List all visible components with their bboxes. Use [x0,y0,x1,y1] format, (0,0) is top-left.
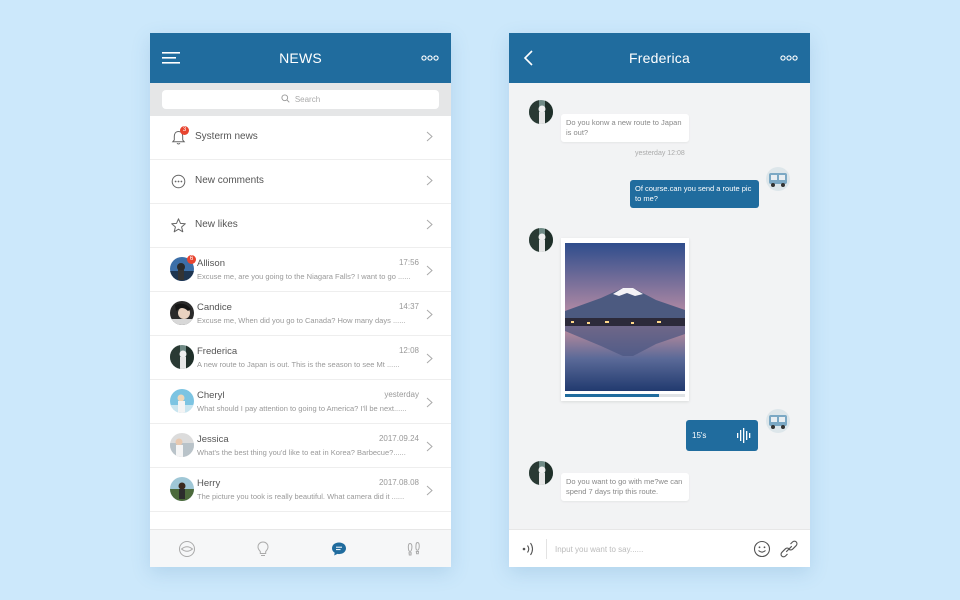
message-time: 2017.09.24 [378,434,419,443]
incoming-message: Do you want to go with me?we can spend 7… [561,473,689,501]
voice-input-icon[interactable] [521,541,539,557]
message-preview: What's the best thing you'd like to eat … [197,448,406,457]
list-item[interactable]: Herry 2017.08.08 The picture you took is… [150,468,451,512]
message-input[interactable] [555,542,705,556]
contact-name: Frederica [197,346,238,357]
avatar [529,228,553,252]
contact-name: Cheryl [197,390,225,401]
avatar [529,100,553,124]
voice-duration: 15's [692,431,707,440]
search-input[interactable]: Search [162,90,439,109]
news-header: NEWS [150,33,451,83]
avatar [170,433,194,457]
sidebar-item-label: New comments [195,175,264,186]
contact-name: Candice [197,302,232,313]
message-preview: The picture you took is really beautiful… [197,492,405,501]
notification-badge: 3 [180,126,189,135]
bottom-tab-bar [150,529,451,567]
message-time: 14:37 [398,302,419,311]
message-preview: Excuse me, are you going to the Niagara … [197,272,411,281]
footprint-icon[interactable] [405,540,423,558]
chat-header: Frederica [509,33,810,83]
chevron-right-icon [426,353,433,364]
avatar [766,409,790,433]
system-news-row[interactable]: 3 Systerm news [150,116,451,160]
discover-eye-icon[interactable] [178,540,196,558]
news-screen: NEWS Search 3 Systerm news New comments … [150,33,451,567]
chevron-right-icon [426,175,433,186]
sound-wave-icon [737,428,751,443]
chevron-right-icon [426,131,433,142]
more-dots-icon[interactable] [780,53,798,63]
page-title: NEWS [279,50,322,66]
message-time: 12:08 [398,346,419,355]
new-likes-row[interactable]: New likes [150,204,451,248]
message-preview: What should I pay attention to going to … [197,404,407,413]
unread-badge: 6 [187,255,196,264]
star-icon [171,218,186,233]
message-timestamp: yesterday 12:08 [635,150,685,157]
chevron-right-icon [426,265,433,276]
image-message[interactable] [561,238,689,401]
list-item[interactable]: 6 Allison 17:56 Excuse me, are you going… [150,248,451,292]
incoming-message: Do you konw a new route to Japan is out? [561,114,689,142]
list-item[interactable]: Candice 14:37 Excuse me, When did you go… [150,292,451,336]
sidebar-item-label: New likes [195,219,238,230]
contact-name: Jessica [197,434,229,445]
avatar [170,301,194,325]
chevron-right-icon [426,485,433,496]
lightbulb-icon[interactable] [254,540,272,558]
list-item[interactable]: Cheryl yesterday What should I pay atten… [150,380,451,424]
avatar [529,461,553,485]
message-time: yesterday [384,390,419,399]
contact-name: Allison [197,258,225,269]
chat-title: Frederica [629,50,690,66]
list-item[interactable]: Jessica 2017.09.24 What's the best thing… [150,424,451,468]
avatar [170,345,194,369]
chevron-right-icon [426,219,433,230]
sidebar-item-label: Systerm news [195,131,258,142]
message-time: 2017.08.08 [378,478,419,487]
search-bar: Search [150,83,451,116]
chevron-right-icon [426,309,433,320]
list-item[interactable]: Frederica 12:08 A new route to Japan is … [150,336,451,380]
chevron-right-icon [426,441,433,452]
search-icon [281,94,290,103]
chat-screen: Frederica Do you konw a new route to Jap… [509,33,810,567]
outgoing-message: Of course.can you send a route pic to me… [630,180,759,208]
message-input-bar [509,529,810,567]
avatar [766,167,790,191]
emoji-icon[interactable] [753,540,771,558]
message-preview: Excuse me, When did you go to Canada? Ho… [197,316,406,325]
chat-bubble-icon[interactable] [330,540,348,558]
comment-dots-icon [171,174,186,189]
chevron-right-icon [426,397,433,408]
contact-name: Herry [197,478,221,489]
new-comments-row[interactable]: New comments [150,160,451,204]
avatar [170,477,194,501]
attachment-link-icon[interactable] [780,540,798,558]
message-time: 17:56 [398,258,419,267]
voice-message[interactable]: 15's [686,420,758,451]
search-placeholder: Search [294,95,321,104]
message-preview: A new route to Japan is out. This is the… [197,360,400,369]
input-divider [546,539,547,559]
avatar [170,389,194,413]
more-dots-icon[interactable] [421,53,439,63]
mount-fuji-photo [565,243,685,397]
